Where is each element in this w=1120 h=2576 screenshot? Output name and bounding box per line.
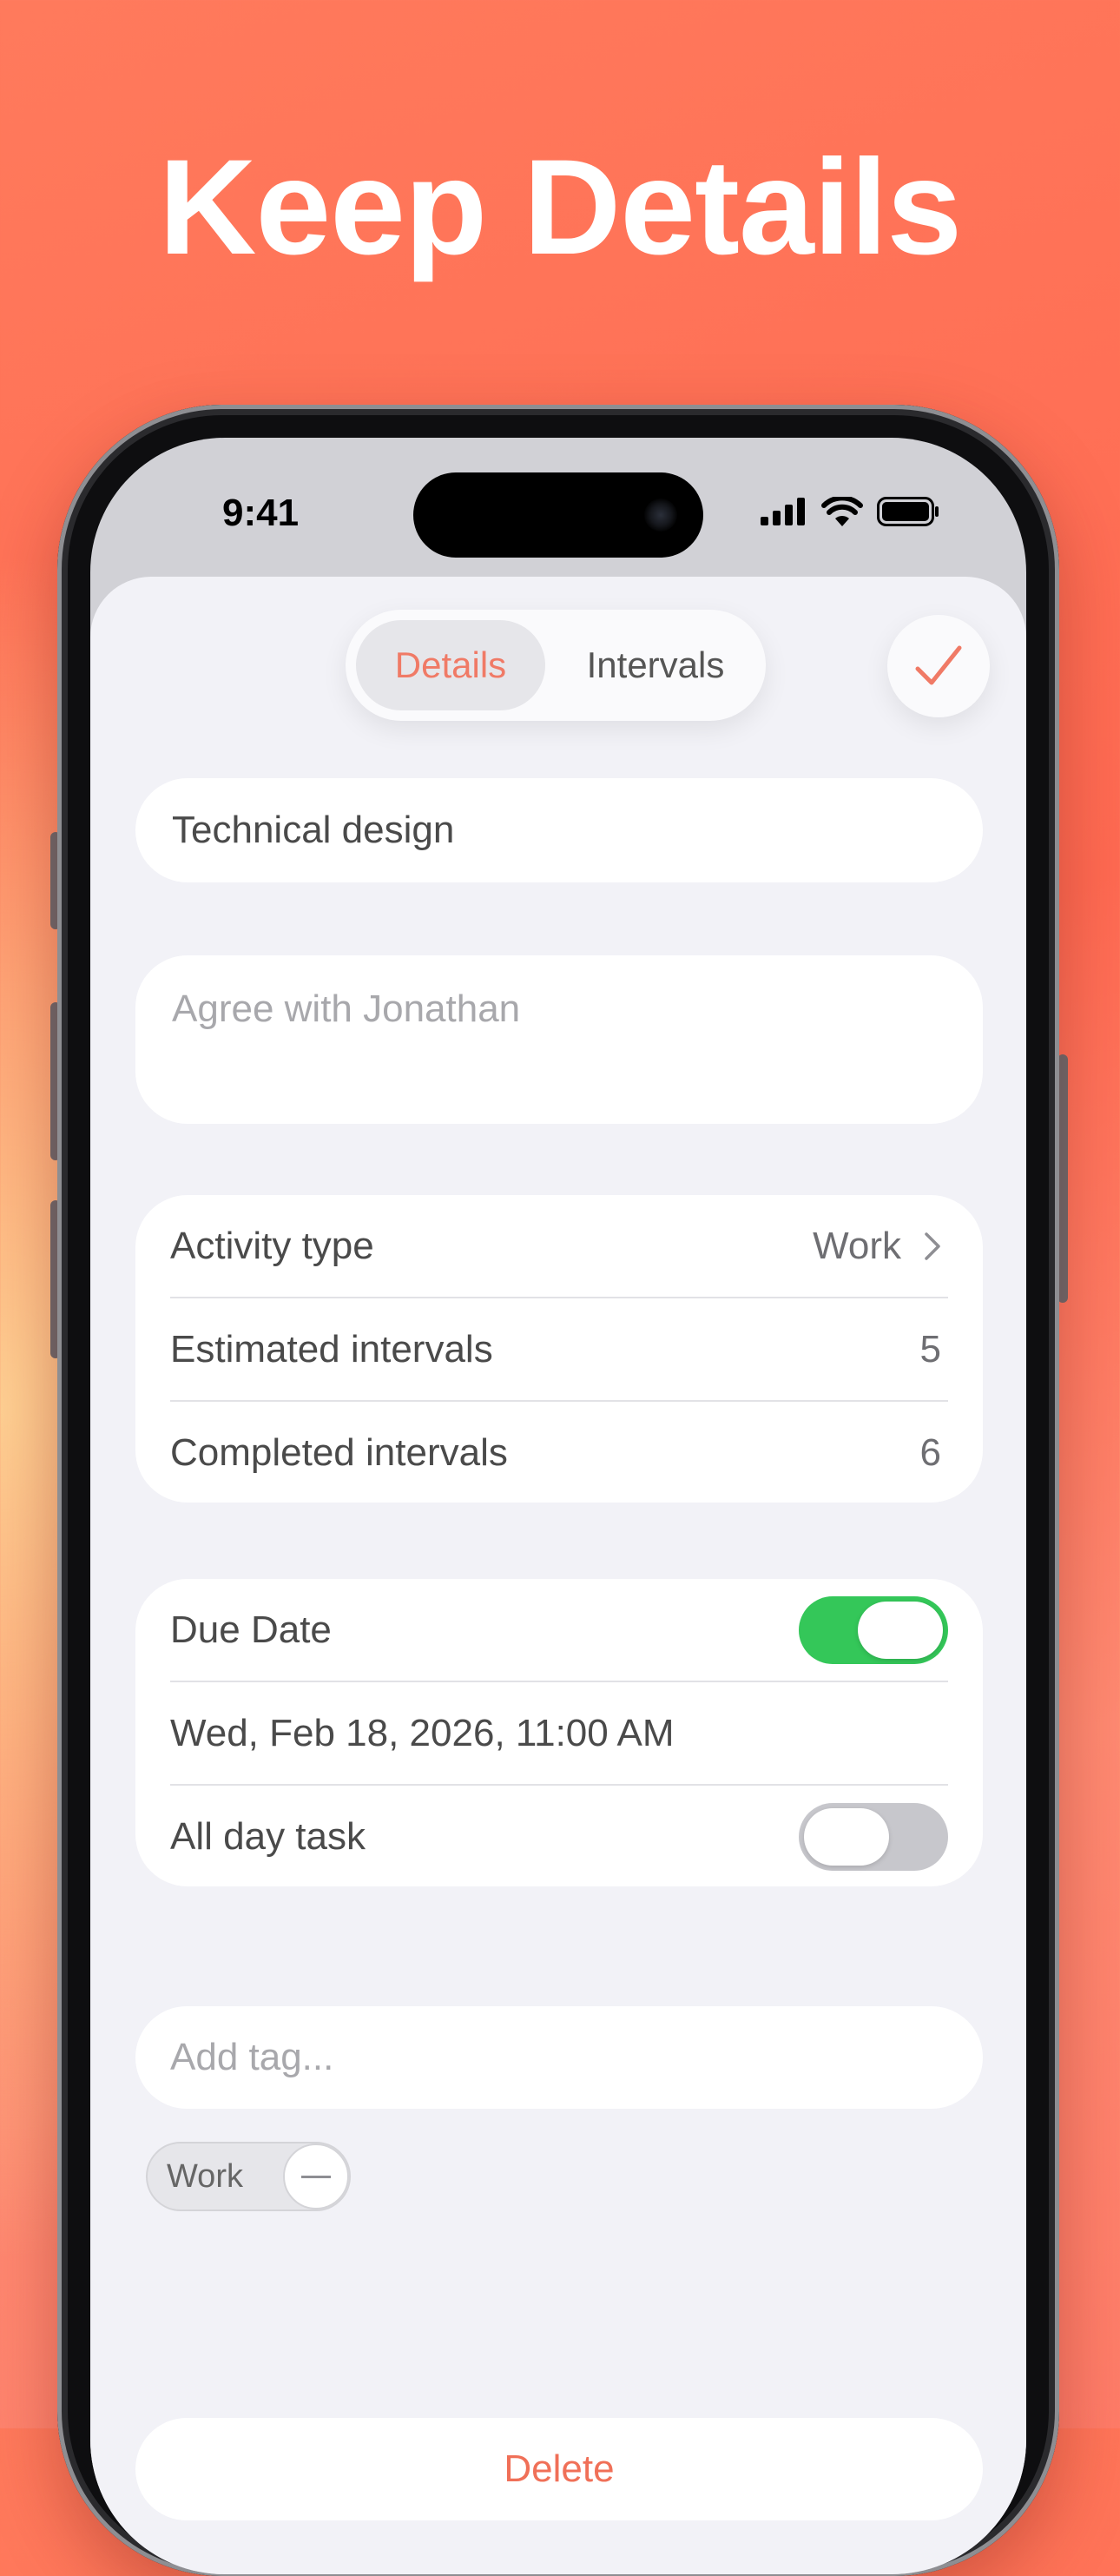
due-date-label: Due Date xyxy=(170,1608,332,1651)
toggle-knob xyxy=(858,1602,943,1659)
segmented-control: Details Intervals xyxy=(346,610,766,721)
headline: Keep Details xyxy=(158,132,962,283)
toggle-knob xyxy=(804,1808,889,1866)
intervals-card: Activity type Work Estimated intervals 5… xyxy=(135,1195,983,1503)
all-day-row: All day task xyxy=(170,1786,983,1886)
completed-intervals-value: 6 xyxy=(919,1431,941,1474)
due-date-card: Due Date Wed, Feb 18, 2026, 11:00 AM All… xyxy=(135,1579,983,1886)
estimated-intervals-label: Estimated intervals xyxy=(170,1328,493,1371)
tag-chip-label: Work xyxy=(167,2158,243,2195)
camera-icon xyxy=(644,499,677,532)
due-date-row: Due Date xyxy=(170,1579,983,1681)
delete-button[interactable]: Delete xyxy=(135,2418,983,2520)
task-sheet: Details Intervals Technical design Agree… xyxy=(90,577,1026,2574)
estimated-intervals-value: 5 xyxy=(919,1328,941,1371)
completed-intervals-label: Completed intervals xyxy=(170,1431,508,1474)
status-bar: 9:41 xyxy=(90,438,1026,559)
status-icons xyxy=(761,497,939,526)
activity-type-label: Activity type xyxy=(170,1225,374,1267)
activity-type-row[interactable]: Activity type Work xyxy=(170,1195,948,1298)
signal-icon xyxy=(761,498,805,525)
tab-intervals[interactable]: Intervals xyxy=(554,620,757,710)
tag-chip: Work xyxy=(146,2142,351,2211)
phone-frame: 9:41 Details Intervals Technical design … xyxy=(57,405,1059,2576)
activity-type-value: Work xyxy=(813,1225,901,1267)
due-date-value: Wed, Feb 18, 2026, 11:00 AM xyxy=(170,1712,675,1754)
save-button[interactable] xyxy=(887,615,990,717)
completed-intervals-row[interactable]: Completed intervals 6 xyxy=(170,1402,948,1503)
add-tag-input[interactable]: Add tag... xyxy=(135,2006,983,2109)
status-time: 9:41 xyxy=(222,492,300,534)
phone-screen: 9:41 Details Intervals Technical design … xyxy=(90,438,1026,2574)
checkmark-icon xyxy=(915,645,962,685)
task-title-field[interactable]: Technical design xyxy=(135,778,983,882)
all-day-label: All day task xyxy=(170,1815,366,1858)
due-date-toggle[interactable] xyxy=(799,1596,948,1664)
task-notes-field[interactable]: Agree with Jonathan xyxy=(135,955,983,1124)
wifi-icon xyxy=(821,497,863,526)
due-date-picker[interactable]: Wed, Feb 18, 2026, 11:00 AM xyxy=(170,1682,948,1785)
remove-tag-button[interactable] xyxy=(283,2143,349,2209)
estimated-intervals-row[interactable]: Estimated intervals 5 xyxy=(170,1298,948,1401)
all-day-toggle[interactable] xyxy=(799,1803,948,1871)
chevron-right-icon xyxy=(925,1232,940,1260)
dynamic-island xyxy=(413,472,703,558)
minus-icon xyxy=(301,2175,331,2178)
battery-icon xyxy=(877,497,939,526)
tab-details[interactable]: Details xyxy=(356,620,545,710)
